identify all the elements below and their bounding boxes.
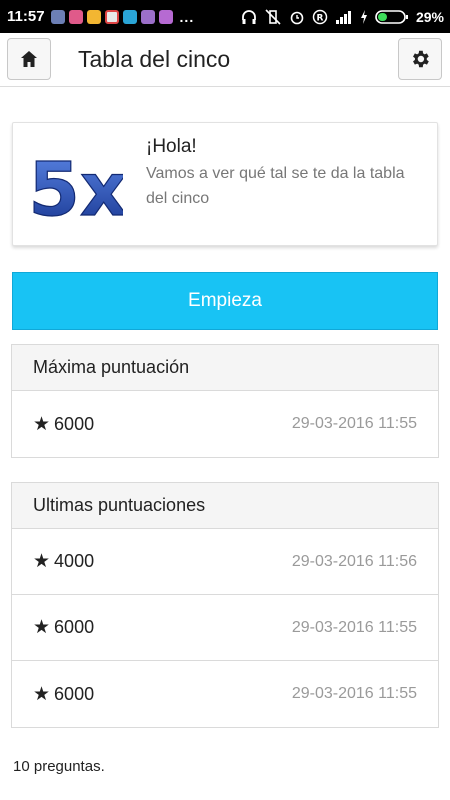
notification-app-icon: [158, 9, 173, 24]
score-date: 29-03-2016 11:55: [291, 415, 417, 432]
logo-5x: 5x: [33, 146, 123, 225]
more-notifications-icon: ...: [179, 8, 195, 25]
score-row: ★ 6000 29-03-2016 11:55: [12, 391, 438, 457]
questions-count-note: 10 preguntas.: [13, 758, 105, 775]
status-time: 11:57: [7, 8, 45, 25]
star-icon: ★: [33, 413, 51, 435]
star-icon: ★: [33, 551, 51, 572]
notification-icons: ...: [50, 8, 195, 25]
score-date: 29-03-2016 11:55: [291, 685, 417, 702]
score-row: ★ 4000 29-03-2016 11:56: [12, 529, 438, 595]
vibrate-off-icon: [265, 8, 281, 25]
gmail-icon: [104, 9, 119, 24]
page-title: Tabla del cinco: [78, 46, 231, 72]
gear-icon: [413, 50, 429, 68]
notification-app-icon: [50, 9, 65, 24]
intro-card: 5x ¡Hola! Vamos a ver qué tal se te da l…: [12, 122, 438, 246]
logo-text: 5x: [33, 147, 123, 225]
notification-music-icon: [68, 9, 83, 24]
svg-text:R: R: [317, 13, 324, 23]
notification-app-icon: [86, 9, 101, 24]
notification-app-icon: [140, 9, 155, 24]
star-icon: ★: [33, 683, 51, 705]
signal-icon: [335, 10, 351, 24]
panel-title: Máxima puntuación: [12, 345, 438, 391]
score-value: 6000: [54, 617, 95, 637]
greeting: ¡Hola!: [146, 136, 197, 157]
settings-button[interactable]: [398, 38, 442, 80]
star-icon: ★: [33, 617, 51, 638]
app-bar: Tabla del cinco: [0, 33, 450, 87]
headphones-icon: [242, 9, 256, 24]
score-row: ★ 6000 29-03-2016 11:55: [12, 595, 438, 661]
alarm-icon: [290, 11, 304, 24]
charging-icon: [360, 9, 367, 24]
registered-icon: R: [312, 9, 328, 24]
status-bar: 11:57 ... R 29%: [0, 0, 450, 33]
score-date: 29-03-2016 11:56: [291, 552, 417, 570]
notification-app-icon: [122, 9, 137, 24]
start-button[interactable]: Empieza: [12, 272, 438, 330]
score-date: 29-03-2016 11:55: [291, 618, 417, 636]
intro-message: Vamos a ver qué tal se te da la tabla de…: [146, 165, 405, 207]
battery-percent: 29%: [415, 8, 444, 25]
home-button[interactable]: [7, 38, 51, 80]
best-score-panel: Máxima puntuación ★ 6000 29-03-2016 11:5…: [11, 344, 439, 458]
recent-scores-panel: Ultimas puntuaciones ★ 4000 29-03-2016 1…: [11, 482, 439, 728]
score-value: 4000: [54, 551, 95, 571]
battery-icon: [375, 9, 408, 24]
panel-title: Ultimas puntuaciones: [12, 483, 438, 529]
score-value: 6000: [54, 683, 95, 704]
home-icon: [21, 51, 37, 67]
score-value: 6000: [54, 413, 95, 434]
score-row: ★ 6000 29-03-2016 11:55: [12, 661, 438, 727]
